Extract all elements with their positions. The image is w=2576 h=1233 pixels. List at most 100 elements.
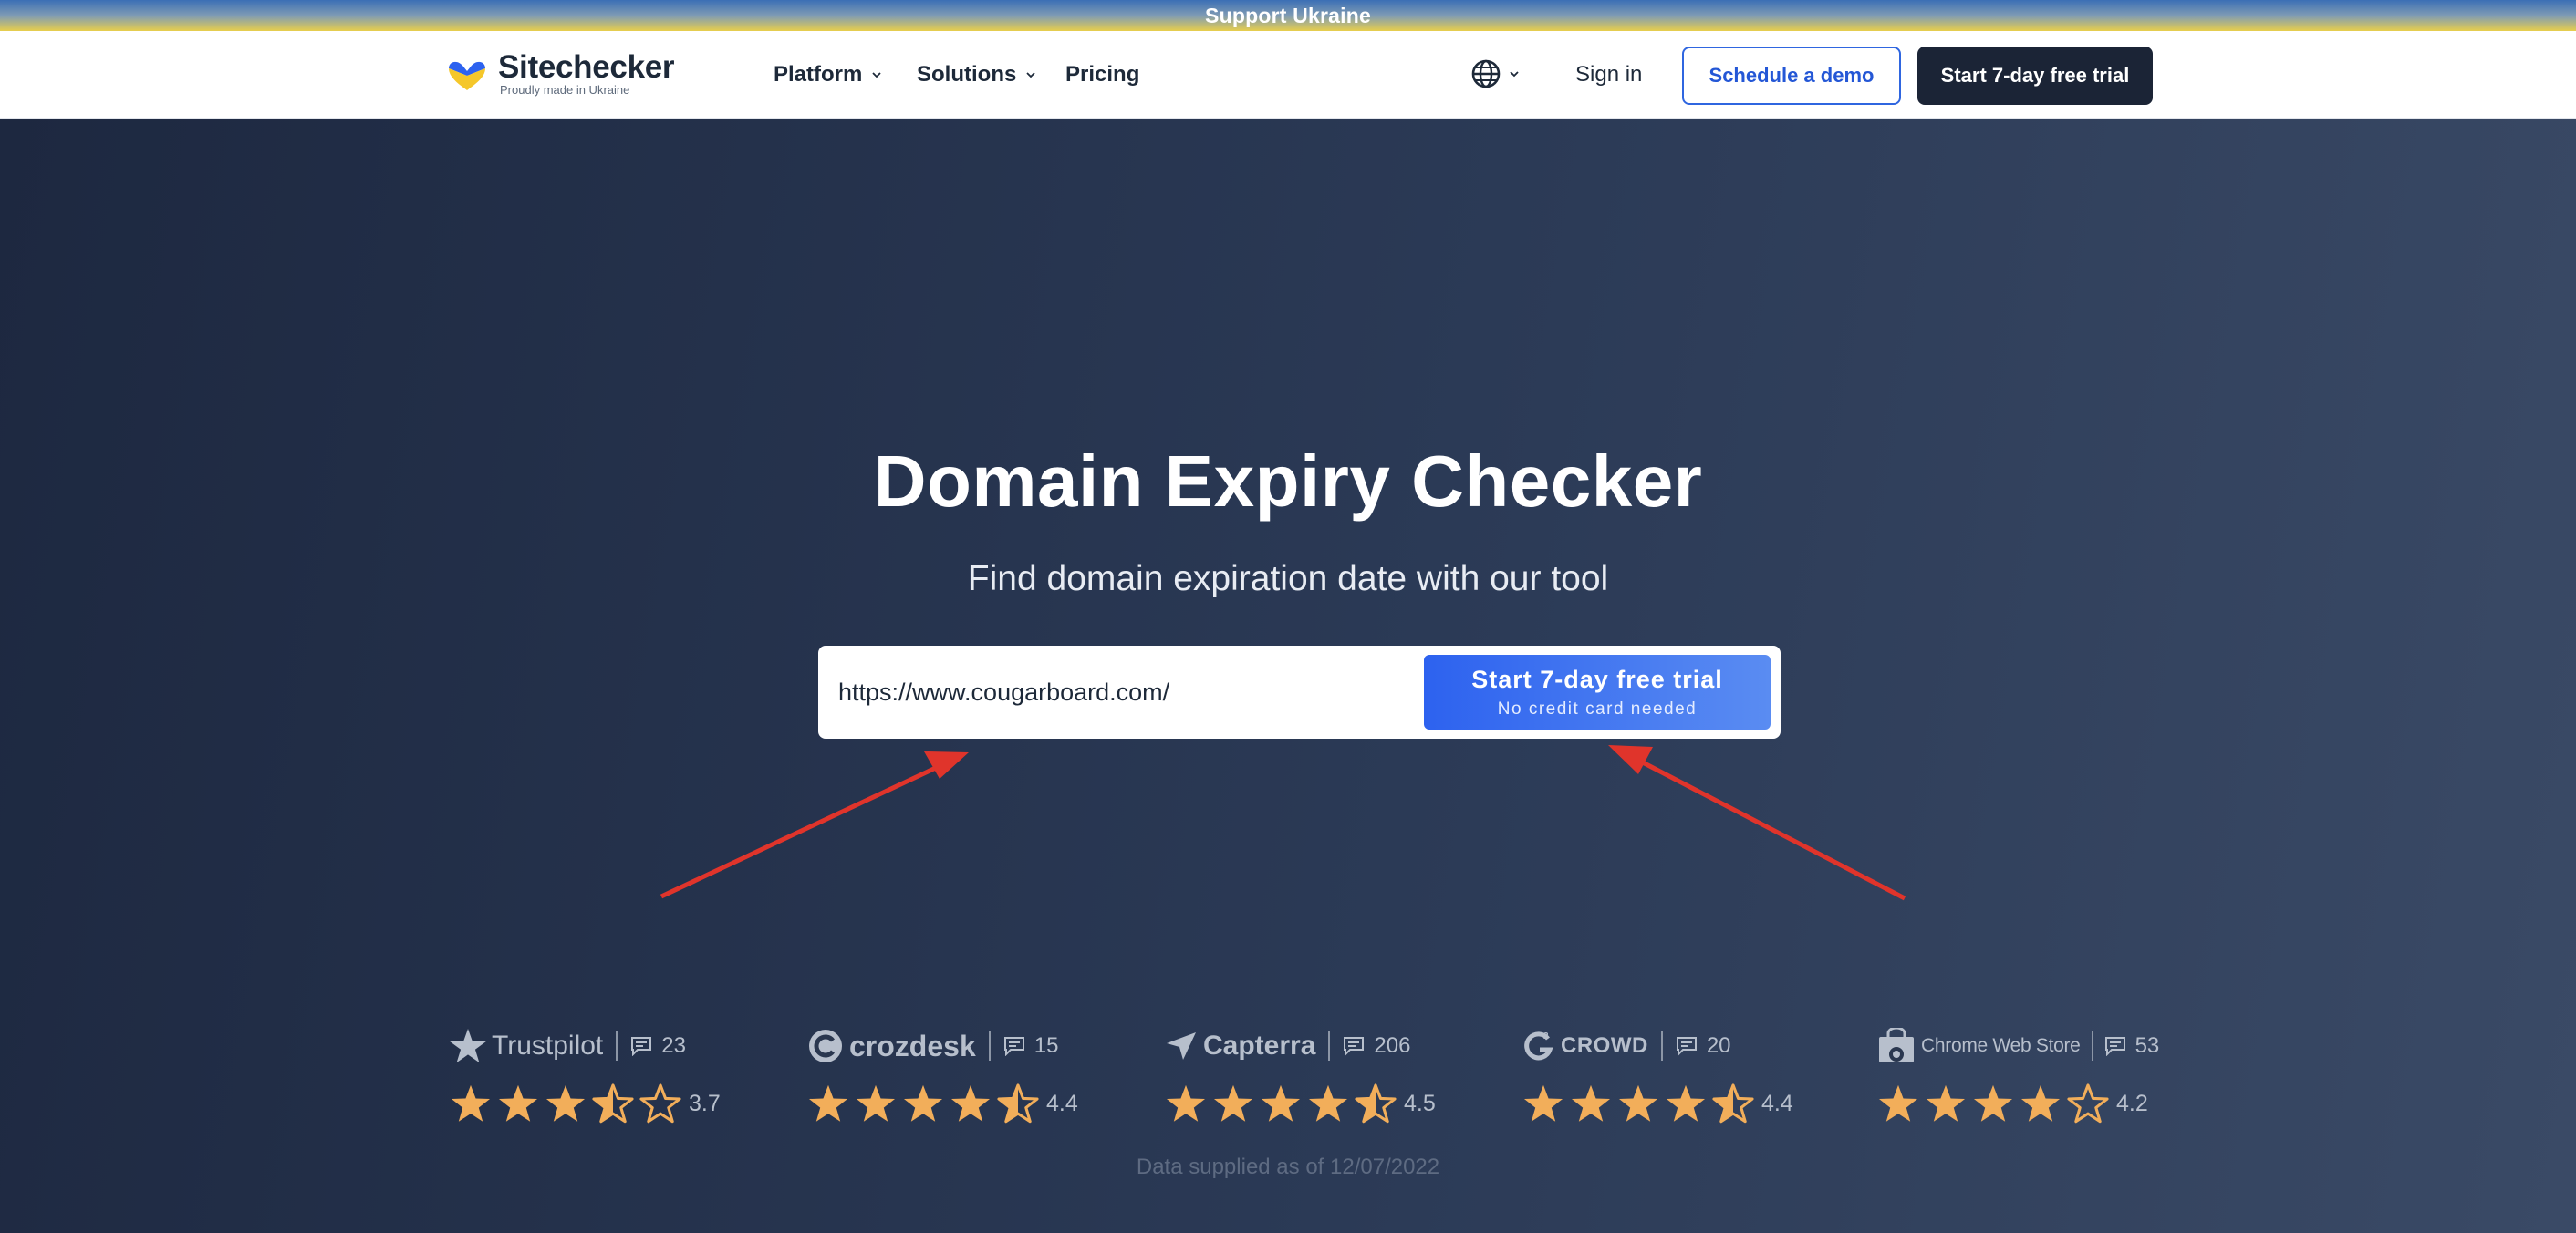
page-subtitle: Find domain expiration date with our too… bbox=[967, 559, 1609, 598]
capterra-logo-icon bbox=[1167, 1032, 1196, 1060]
star-full-icon bbox=[1213, 1084, 1253, 1122]
nav-platform-label: Platform bbox=[774, 62, 863, 87]
comment-icon bbox=[1344, 1037, 1365, 1056]
comment-icon bbox=[1003, 1037, 1024, 1056]
star-half-icon bbox=[997, 1083, 1039, 1124]
star-full-icon bbox=[808, 1084, 848, 1122]
review-count: 20 bbox=[1676, 1033, 1731, 1059]
star-rating: 4.4 bbox=[1522, 1083, 1823, 1124]
url-form: Start 7-day free trial No credit card ne… bbox=[818, 646, 1781, 739]
comment-icon bbox=[1676, 1037, 1697, 1056]
rating-score: 4.2 bbox=[2116, 1090, 2148, 1116]
top-navbar: Sitechecker Proudly made in Ukraine Plat… bbox=[0, 31, 2576, 119]
star-half-icon bbox=[1712, 1083, 1754, 1124]
nav-solutions-label: Solutions bbox=[917, 62, 1017, 87]
nav-platform[interactable]: Platform bbox=[774, 62, 882, 88]
support-ukraine-banner[interactable]: Support Ukraine bbox=[0, 0, 2576, 31]
review-count-value: 53 bbox=[2135, 1033, 2160, 1058]
chrome-web-store-icon bbox=[1879, 1028, 1914, 1062]
logo-name: Sitechecker bbox=[498, 49, 675, 85]
rating-trustpilot[interactable]: Trustpilot 23 3.7 bbox=[450, 1021, 751, 1124]
star-empty-icon bbox=[639, 1083, 681, 1124]
support-ukraine-text[interactable]: Support Ukraine bbox=[1205, 4, 1371, 28]
nav-solutions[interactable]: Solutions bbox=[917, 62, 1036, 88]
rating-score: 3.7 bbox=[689, 1090, 721, 1116]
star-full-icon bbox=[856, 1084, 896, 1122]
review-count-value: 206 bbox=[1374, 1033, 1411, 1058]
star-full-icon bbox=[545, 1084, 586, 1122]
trustpilot-label: Trustpilot bbox=[492, 1031, 604, 1061]
star-full-icon bbox=[1666, 1084, 1706, 1122]
language-selector[interactable] bbox=[1470, 58, 1520, 89]
svg-text:2: 2 bbox=[1543, 1031, 1549, 1041]
rating-crozdesk[interactable]: crozdesk 15 4.4 bbox=[807, 1021, 1108, 1124]
star-rating: 4.2 bbox=[1877, 1083, 2169, 1124]
start-trial-button[interactable]: Start 7-day free trial No credit card ne… bbox=[1424, 655, 1771, 730]
divider bbox=[1328, 1031, 1331, 1061]
page-title: Domain Expiry Checker bbox=[873, 440, 1703, 522]
star-full-icon bbox=[1926, 1084, 1966, 1122]
star-empty-icon bbox=[2067, 1083, 2109, 1124]
start-trial-button-label: Start 7-day free trial bbox=[1471, 665, 1723, 693]
crozdesk-logo-icon bbox=[809, 1030, 842, 1062]
star-full-icon bbox=[1878, 1084, 1918, 1122]
rating-score: 4.5 bbox=[1404, 1090, 1436, 1116]
chevron-down-icon bbox=[1026, 72, 1035, 78]
chrome-web-store-label: Chrome Web Store bbox=[1921, 1035, 2081, 1056]
arrow-to-input bbox=[660, 751, 969, 899]
star-full-icon bbox=[451, 1084, 491, 1122]
crozdesk-brand: crozdesk bbox=[807, 1028, 976, 1064]
divider bbox=[1660, 1031, 1663, 1061]
comment-icon bbox=[631, 1037, 652, 1056]
g2-crowd-brand: 2 CROWD bbox=[1522, 1030, 1648, 1062]
star-full-icon bbox=[1166, 1084, 1206, 1122]
rating-score: 4.4 bbox=[1046, 1090, 1078, 1116]
globe-icon bbox=[1471, 59, 1501, 88]
star-full-icon bbox=[1618, 1084, 1658, 1122]
divider bbox=[616, 1031, 618, 1061]
nav-pricing[interactable]: Pricing bbox=[1065, 62, 1139, 88]
chevron-down-icon bbox=[872, 72, 881, 78]
schedule-demo-button[interactable]: Schedule a demo bbox=[1682, 47, 1901, 105]
review-count: 15 bbox=[1003, 1033, 1059, 1059]
sitechecker-logo[interactable]: Sitechecker Proudly made in Ukraine bbox=[445, 49, 675, 97]
capterra-brand: Capterra bbox=[1165, 1031, 1315, 1062]
star-full-icon bbox=[498, 1084, 538, 1122]
divider bbox=[988, 1031, 991, 1061]
star-full-icon bbox=[1261, 1084, 1301, 1122]
heart-logo-icon bbox=[449, 61, 485, 90]
rating-g2-crowd[interactable]: 2 CROWD 20 4.4 bbox=[1522, 1021, 1823, 1124]
star-full-icon bbox=[1308, 1084, 1348, 1122]
review-count: 53 bbox=[2104, 1033, 2160, 1059]
trustpilot-brand: Trustpilot bbox=[450, 1029, 603, 1063]
review-count-value: 20 bbox=[1706, 1033, 1731, 1058]
trustpilot-star-icon bbox=[450, 1029, 486, 1063]
logo-tagline: Proudly made in Ukraine bbox=[500, 83, 630, 97]
rating-chrome-web-store[interactable]: Chrome Web Store 53 4.2 bbox=[1877, 1021, 2169, 1124]
chrome-web-store-brand: Chrome Web Store bbox=[1877, 1028, 2081, 1064]
sign-in-link[interactable]: Sign in bbox=[1575, 62, 1642, 88]
start-trial-nav-button[interactable]: Start 7-day free trial bbox=[1917, 47, 2153, 105]
url-input[interactable] bbox=[838, 666, 1404, 719]
chevron-down-icon bbox=[1510, 71, 1519, 78]
star-half-icon bbox=[1355, 1083, 1397, 1124]
star-full-icon bbox=[1571, 1084, 1611, 1122]
rating-capterra[interactable]: Capterra 206 4.5 bbox=[1165, 1021, 1466, 1124]
capterra-label: Capterra bbox=[1203, 1031, 1316, 1061]
star-full-icon bbox=[1973, 1084, 2013, 1122]
star-full-icon bbox=[950, 1084, 991, 1122]
star-full-icon bbox=[903, 1084, 943, 1122]
g2-logo-icon: 2 bbox=[1524, 1031, 1553, 1061]
rating-score: 4.4 bbox=[1761, 1090, 1793, 1116]
star-rating: 4.5 bbox=[1165, 1083, 1466, 1124]
hero-section: Domain Expiry Checker Find domain expira… bbox=[0, 119, 2576, 1233]
review-count-value: 15 bbox=[1034, 1033, 1059, 1058]
star-half-icon bbox=[592, 1083, 634, 1124]
review-count-value: 23 bbox=[661, 1033, 686, 1058]
review-count: 23 bbox=[630, 1033, 686, 1059]
g2-crowd-label: CROWD bbox=[1561, 1033, 1648, 1058]
star-rating: 3.7 bbox=[450, 1083, 751, 1124]
star-full-icon bbox=[2020, 1084, 2061, 1122]
arrow-to-button bbox=[1608, 745, 1906, 901]
crozdesk-label: crozdesk bbox=[849, 1029, 976, 1062]
